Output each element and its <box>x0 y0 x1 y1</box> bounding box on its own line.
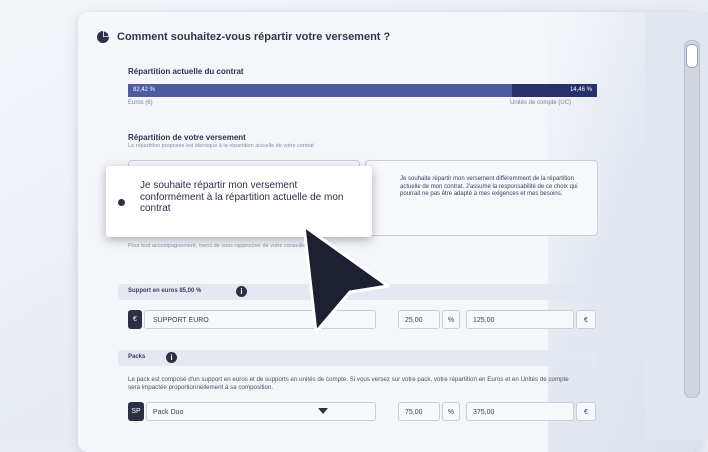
radio-selected-icon[interactable] <box>118 199 125 206</box>
option-conform-text: Je souhaite répartir mon versement confo… <box>140 180 344 214</box>
info-icon[interactable]: i <box>166 352 177 363</box>
advice-note: Pour tout accompagnement, merci de vous … <box>128 243 308 249</box>
current-split-title: Répartition actuelle du contrat <box>128 67 244 76</box>
pack-currency: € <box>576 402 596 421</box>
section-header: Comment souhaitez-vous répartir votre ve… <box>96 30 390 44</box>
mouse-cursor-icon <box>302 224 390 334</box>
scrollbar-thumb[interactable] <box>684 40 700 398</box>
uc-label: Unités de compte (UC) <box>510 100 572 106</box>
option-different-text: Je souhaite répartir mon versement diffé… <box>400 176 578 197</box>
pack-select[interactable]: Pack Duo <box>146 402 376 421</box>
pie-chart-icon <box>97 31 109 43</box>
payment-split-title: Répartition de votre versement <box>128 133 246 142</box>
option-different-card[interactable]: Je souhaite répartir mon versement diffé… <box>365 160 598 236</box>
euro-currency: € <box>576 310 596 329</box>
euros-label: Euros (6) <box>128 100 153 106</box>
allocation-bar: 82,42 % 14,46 % <box>128 84 597 97</box>
pack-pct-input[interactable]: 75,00 <box>398 402 440 421</box>
uc-bar-segment: 14,46 % <box>512 84 597 97</box>
section-title: Comment souhaitez-vous répartir votre ve… <box>117 31 391 43</box>
euro-support-band-label: Support en euros 85,00 % <box>128 288 202 294</box>
pack-pct-unit: % <box>442 402 460 421</box>
euro-pct-unit: % <box>442 310 460 329</box>
pack-amount-input[interactable]: 375,00 <box>466 402 574 421</box>
pack-badge: SP <box>128 402 144 421</box>
packs-band: Packs i <box>118 350 596 366</box>
packs-description: Le pack est composé d'un support en euro… <box>128 376 569 391</box>
euro-support-amount-input[interactable]: 125,00 <box>466 310 574 329</box>
euros-bar-segment: 82,42 % <box>128 84 512 97</box>
scrollbar-handle[interactable] <box>686 44 698 68</box>
payment-split-subtitle: La répartition proposée est identique à … <box>128 143 314 149</box>
euro-support-pct-input[interactable]: 25,00 <box>398 310 440 329</box>
chevron-down-icon[interactable] <box>318 408 328 414</box>
euro-badge: € <box>128 310 142 329</box>
packs-band-label: Packs <box>128 354 146 360</box>
info-icon[interactable]: i <box>236 286 247 297</box>
